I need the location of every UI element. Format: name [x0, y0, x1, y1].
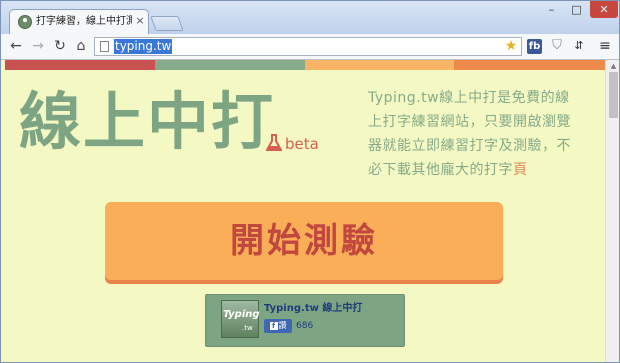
color-bar-segment: [5, 60, 155, 70]
tab-close-icon[interactable]: ×: [134, 14, 146, 28]
beta-label: beta: [285, 135, 319, 153]
facebook-like-button[interactable]: f讚: [264, 319, 292, 333]
color-bar-segment: [454, 60, 605, 70]
home-button[interactable]: ⌂: [72, 37, 90, 55]
page-icon: [100, 41, 109, 52]
logo-sub-text: .tw: [242, 324, 253, 332]
translate-extension-icon[interactable]: ⇵: [570, 37, 588, 55]
browser-window: 打字練習，線上中打測驗 × – □ ✕ ← → ↻ ⌂ typing.tw ★ …: [0, 0, 620, 363]
forward-button[interactable]: →: [29, 37, 47, 55]
like-label: 讚: [278, 321, 287, 330]
typing-logo[interactable]: Typing .tw: [221, 300, 260, 338]
color-bar-segment: [305, 60, 454, 70]
start-test-button[interactable]: 開始測驗: [105, 202, 503, 280]
page-viewport: 線上中打 beta Typing.tw線上中打是免費的線上打字練習網站，只要開啟…: [1, 60, 606, 362]
facebook-extension-icon[interactable]: fb: [527, 39, 542, 54]
address-bar[interactable]: typing.tw ★: [94, 37, 522, 56]
intro-more-link[interactable]: 頁: [513, 162, 528, 178]
vertical-scrollbar[interactable]: ▲: [605, 60, 619, 362]
scroll-up-arrow-icon[interactable]: ▲: [609, 62, 618, 70]
like-count: 686: [296, 321, 314, 331]
back-button[interactable]: ←: [7, 37, 25, 55]
facebook-page-widget: Typing .tw Typing.tw 線上中打 f讚 686: [205, 294, 405, 347]
site-title: 線上中打: [19, 85, 276, 158]
bookmark-star-icon[interactable]: ★: [503, 38, 519, 55]
intro-body: Typing.tw線上中打是免費的線上打字練習網站，只要開啟瀏覽器就能立即練習打…: [368, 90, 571, 178]
scrollbar-thumb[interactable]: [609, 72, 618, 118]
shield-extension-icon[interactable]: ⛉: [548, 37, 566, 55]
tab-strip: 打字練習，線上中打測驗 × – □ ✕: [1, 1, 619, 34]
facebook-f-icon: f: [269, 321, 278, 330]
minimize-button[interactable]: –: [539, 1, 564, 18]
facebook-page-name-link[interactable]: Typing.tw 線上中打: [264, 302, 362, 315]
close-window-button[interactable]: ✕: [590, 1, 618, 18]
color-bar-segment: [155, 60, 305, 70]
url-text[interactable]: typing.tw: [114, 39, 173, 54]
browser-tab[interactable]: 打字練習，線上中打測驗 ×: [9, 9, 149, 34]
site-favicon-icon: [18, 15, 32, 29]
tab-title: 打字練習，線上中打測驗: [36, 16, 132, 27]
maximize-button[interactable]: □: [564, 1, 589, 18]
new-tab-button[interactable]: [150, 16, 184, 31]
flask-icon: [266, 134, 282, 151]
browser-menu-icon[interactable]: ≡: [596, 37, 614, 55]
reload-button[interactable]: ↻: [51, 37, 69, 55]
browser-toolbar: ← → ↻ ⌂ typing.tw ★ fb ⛉ ⇵ ≡: [1, 34, 619, 60]
logo-text: Typing: [223, 309, 260, 320]
start-test-label: 開始測驗: [230, 221, 378, 261]
